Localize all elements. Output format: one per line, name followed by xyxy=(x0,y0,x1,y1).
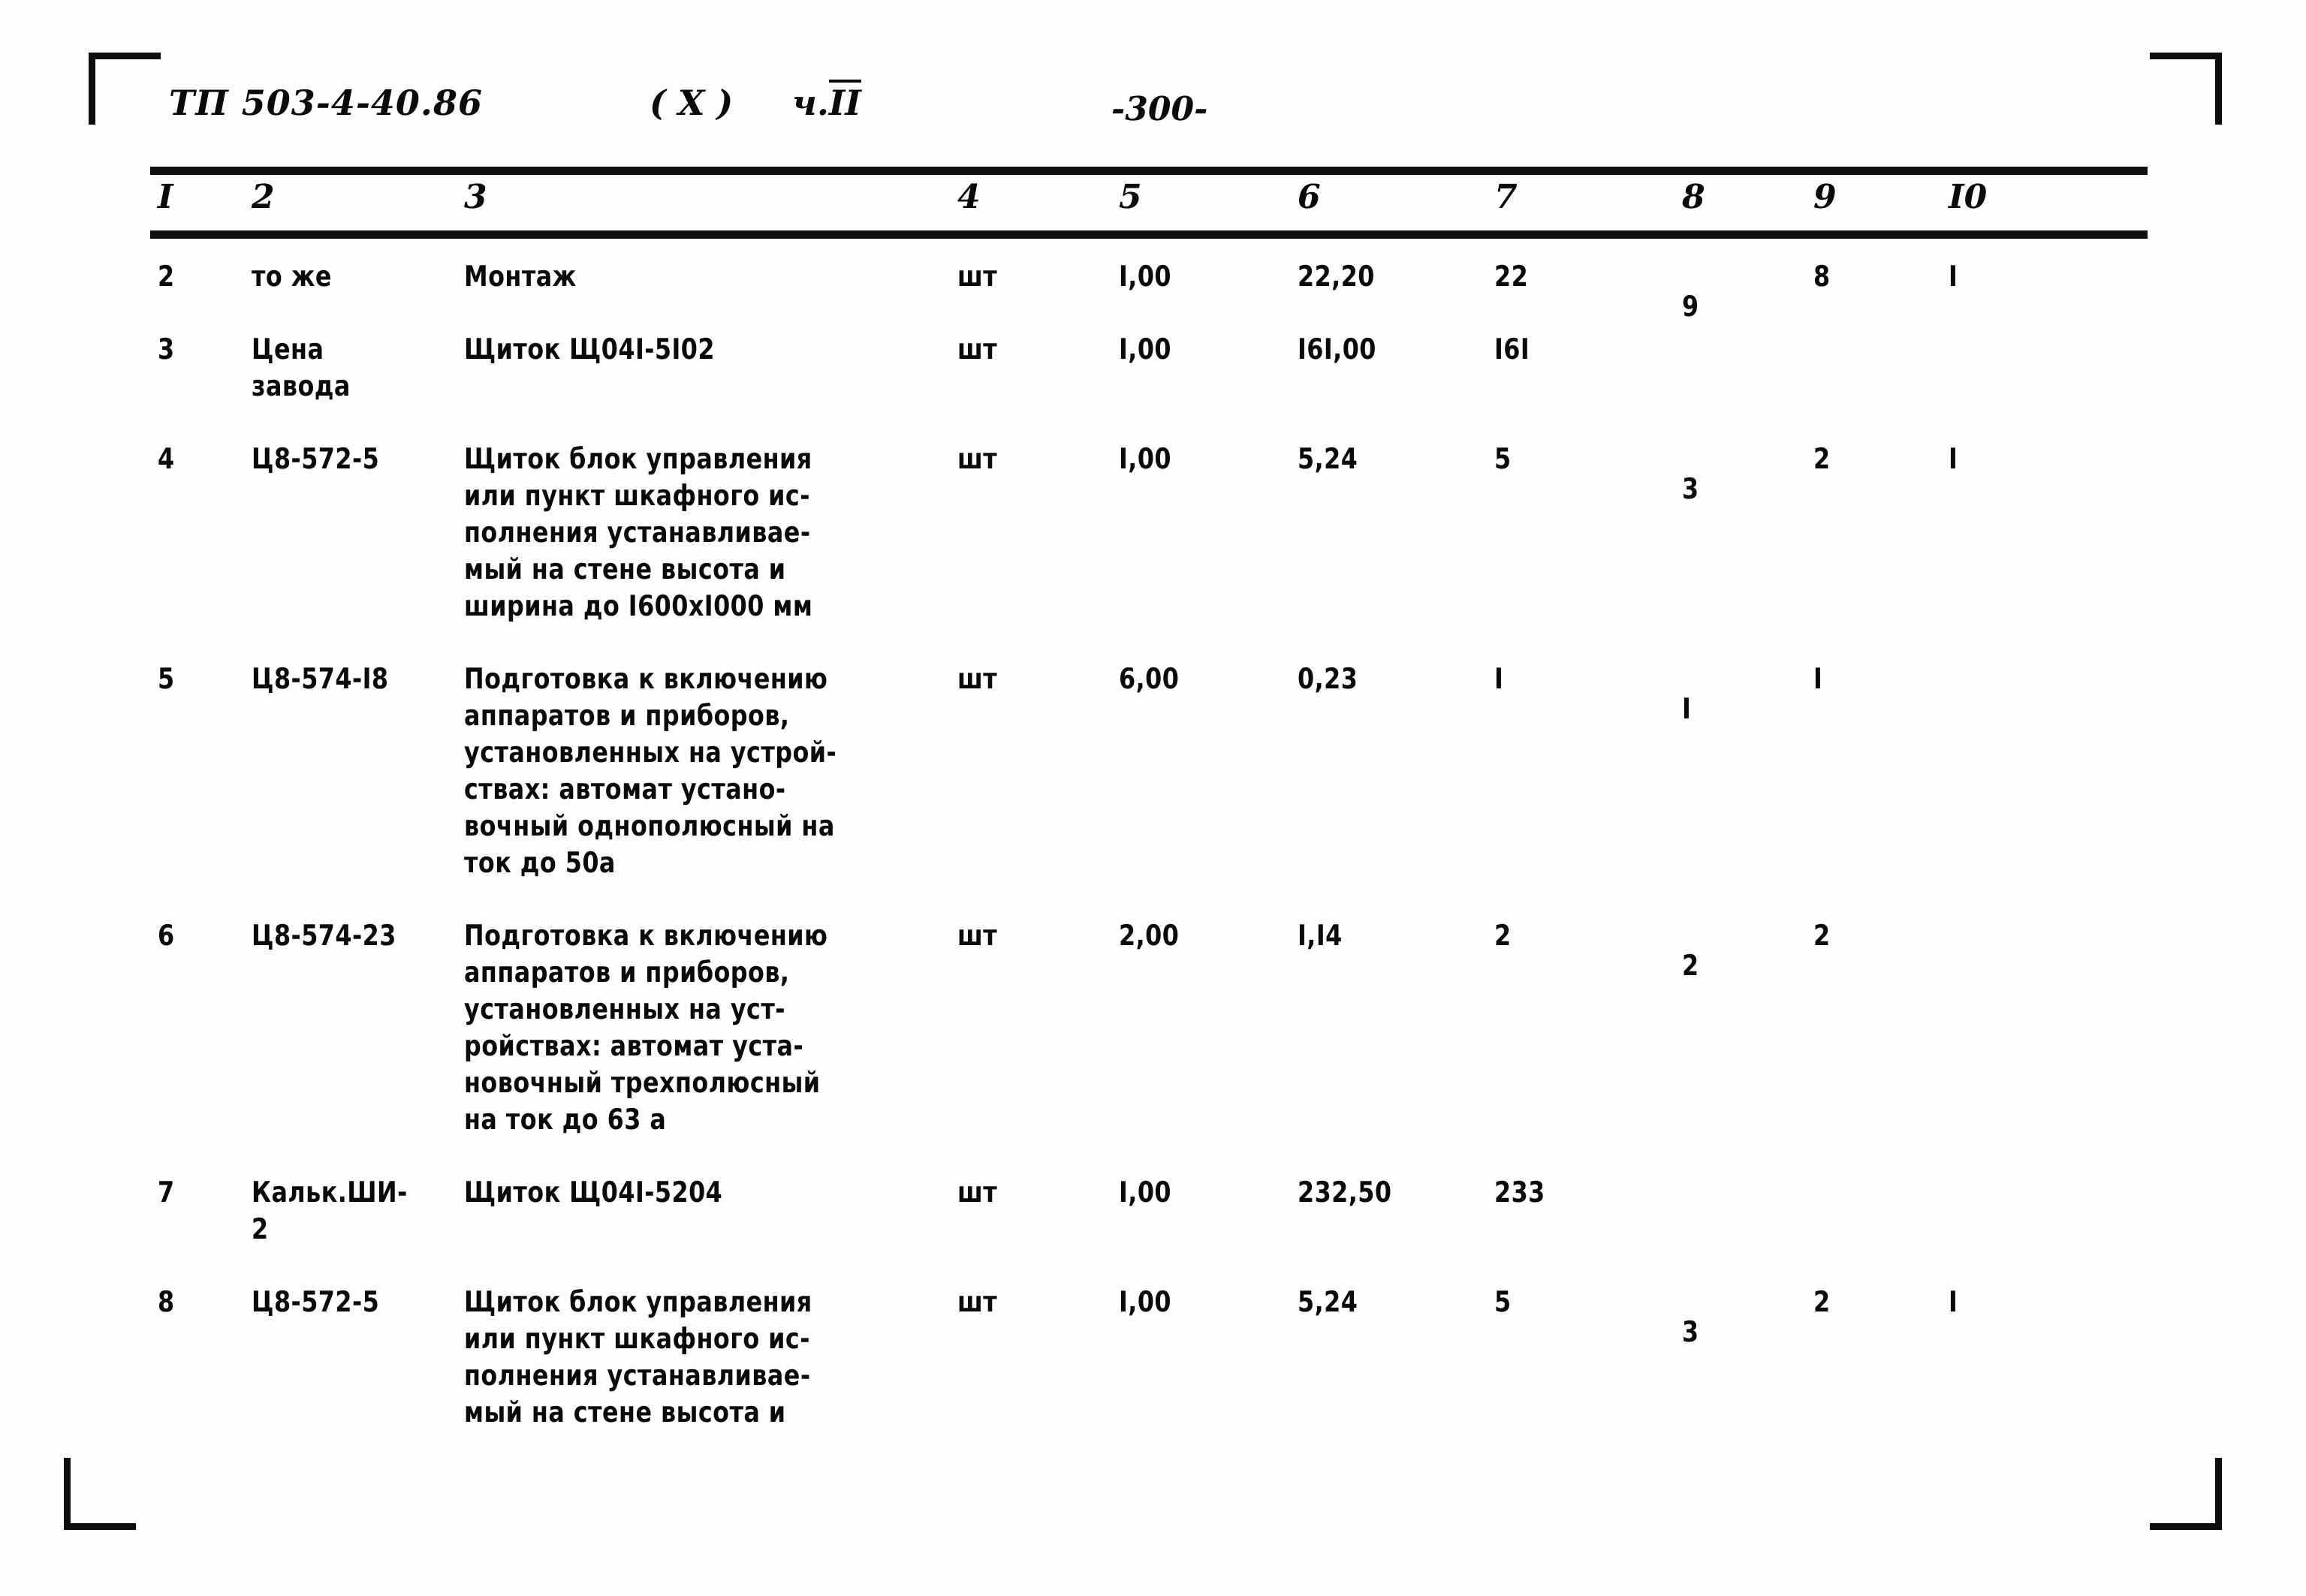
cell-col1: 4 xyxy=(158,442,175,475)
cell-col4: шт xyxy=(957,662,998,695)
table-body: 2 то же Монтаж шт I,00 22,20 22 9 8 I 3 Цена завода… xyxy=(150,258,2148,1462)
cell-col4: шт xyxy=(957,260,998,293)
cell-col5: 2,00 xyxy=(1119,919,1180,952)
cell-col9: 8 xyxy=(1813,260,1831,293)
document-part-prefix: ч. xyxy=(792,83,829,123)
table-rule-bottom xyxy=(150,230,2148,239)
table-row: 5 Ц8-574-I8 Подготовка к включению аппарат… xyxy=(150,661,2148,913)
column-number-6: 6 xyxy=(1298,178,1321,216)
cell-col9: 2 xyxy=(1813,1285,1831,1318)
cell-col10: I xyxy=(1949,1285,1958,1318)
document-header: ТП 503-4-40.86 ( X ) ч.II -300- xyxy=(169,83,2121,135)
cell-col5: I,00 xyxy=(1119,1285,1172,1318)
cell-col3: Монтаж xyxy=(464,260,577,293)
cell-col6: 22,20 xyxy=(1298,260,1375,293)
cell-col8: 2 xyxy=(1682,949,1699,982)
cell-col2: Ц8-572-5 xyxy=(252,442,380,475)
corner-mark-top-left xyxy=(89,53,161,125)
cell-col5: I,00 xyxy=(1119,333,1172,366)
column-number-8: 8 xyxy=(1682,178,1705,216)
cell-col3: Щиток блок управления или пункт шкафного… xyxy=(464,442,813,622)
cell-col2: Ц8-574-I8 xyxy=(252,662,389,695)
document-variant: ( X ) xyxy=(650,83,734,123)
cell-col3: Щиток Щ04I-5I02 xyxy=(464,333,715,366)
table-row: 4 Ц8-572-5 Щиток блок управления или пункт… xyxy=(150,441,2148,656)
cell-col6: 0,23 xyxy=(1298,662,1358,695)
table-row: 3 Цена завода Щиток Щ04I-5I02 шт I,00 I6I,00 I… xyxy=(150,331,2148,436)
cell-col7: I6I xyxy=(1494,333,1530,366)
cell-col5: I,00 xyxy=(1119,260,1172,293)
cell-col1: 7 xyxy=(158,1176,175,1209)
cell-col2: Ц8-572-5 xyxy=(252,1285,380,1318)
column-number-4: 4 xyxy=(957,178,981,216)
corner-mark-bottom-right xyxy=(2150,1458,2222,1530)
cell-col7: 22 xyxy=(1494,260,1529,293)
document-code: ТП 503-4-40.86 xyxy=(169,83,483,123)
column-number-5: 5 xyxy=(1119,178,1142,216)
cell-col5: I,00 xyxy=(1119,1176,1172,1209)
estimate-table: I 2 3 4 5 6 7 8 9 I0 2 то же Монтаж шт I,00 22,20 22 9 8 I… xyxy=(150,167,2148,1467)
document-part-number: II xyxy=(828,83,861,123)
column-number-2: 2 xyxy=(252,178,275,216)
cell-col1: 8 xyxy=(158,1285,175,1318)
table-row: 2 то же Монтаж шт I,00 22,20 22 9 8 I xyxy=(150,258,2148,327)
cell-col2: Ц8-574-23 xyxy=(252,919,396,952)
cell-col3: Щиток блок управления или пункт шкафного… xyxy=(464,1285,812,1429)
cell-col2: Цена завода xyxy=(252,333,351,402)
cell-col9: 2 xyxy=(1813,919,1831,952)
cell-col4: шт xyxy=(957,919,998,952)
cell-col8: 3 xyxy=(1682,472,1699,505)
cell-col10: I xyxy=(1949,260,1958,293)
cell-col4: шт xyxy=(957,1176,998,1209)
cell-col2: Кальк.ШИ- 2 xyxy=(252,1176,408,1245)
cell-col7: 5 xyxy=(1494,1285,1512,1318)
table-row: 6 Ц8-574-23 Подготовка к включению аппарат… xyxy=(150,917,2148,1170)
cell-col5: I,00 xyxy=(1119,442,1172,475)
cell-col9: I xyxy=(1813,662,1823,695)
cell-col2: то же xyxy=(252,260,332,293)
cell-col9: 2 xyxy=(1813,442,1831,475)
corner-mark-top-right xyxy=(2150,53,2222,125)
cell-col6: 232,50 xyxy=(1298,1176,1392,1209)
document-part: ч.II xyxy=(792,83,861,123)
cell-col6: I,I4 xyxy=(1298,919,1343,952)
table-rule-top xyxy=(150,167,2148,175)
column-number-1: I xyxy=(158,178,173,216)
cell-col8: I xyxy=(1682,692,1692,725)
cell-col4: шт xyxy=(957,442,998,475)
corner-mark-bottom-left xyxy=(64,1458,136,1530)
cell-col6: 5,24 xyxy=(1298,1285,1358,1318)
cell-col8: 9 xyxy=(1682,290,1699,323)
column-number-7: 7 xyxy=(1494,178,1518,216)
cell-col10: I xyxy=(1949,442,1958,475)
column-number-9: 9 xyxy=(1813,178,1837,216)
cell-col6: I6I,00 xyxy=(1298,333,1376,366)
cell-col7: 5 xyxy=(1494,442,1512,475)
cell-col1: 6 xyxy=(158,919,175,952)
cell-col7: I xyxy=(1494,662,1504,695)
cell-col1: 2 xyxy=(158,260,175,293)
cell-col1: 5 xyxy=(158,662,175,695)
cell-col4: шт xyxy=(957,1285,998,1318)
cell-col3: Подготовка к включению аппаратов и прибо… xyxy=(464,662,837,879)
scanned-page: ТП 503-4-40.86 ( X ) ч.II -300- I2345678… xyxy=(0,0,2306,1596)
cell-col5: 6,00 xyxy=(1119,662,1180,695)
cell-col1: 3 xyxy=(158,333,175,366)
column-number-3: 3 xyxy=(464,178,487,216)
cell-col3: Щиток Щ04I-5204 xyxy=(464,1176,723,1209)
cell-col4: шт xyxy=(957,333,998,366)
column-number-10: I0 xyxy=(1949,178,1988,216)
cell-col8: 3 xyxy=(1682,1315,1699,1348)
page-number: -300- xyxy=(1111,90,1208,128)
cell-col3: Подготовка к включению аппаратов и прибо… xyxy=(464,919,828,1136)
cell-col7: 2 xyxy=(1494,919,1512,952)
cell-col7: 233 xyxy=(1494,1176,1545,1209)
column-number-header-row: I 2 3 4 5 6 7 8 9 I0 xyxy=(150,175,2148,230)
table-row: 7 Кальк.ШИ- 2 Щиток Щ04I-5204 шт I,00 232,50 2… xyxy=(150,1174,2148,1279)
table-row: 8 Ц8-572-5 Щиток блок управления или пункт… xyxy=(150,1284,2148,1462)
cell-col6: 5,24 xyxy=(1298,442,1358,475)
